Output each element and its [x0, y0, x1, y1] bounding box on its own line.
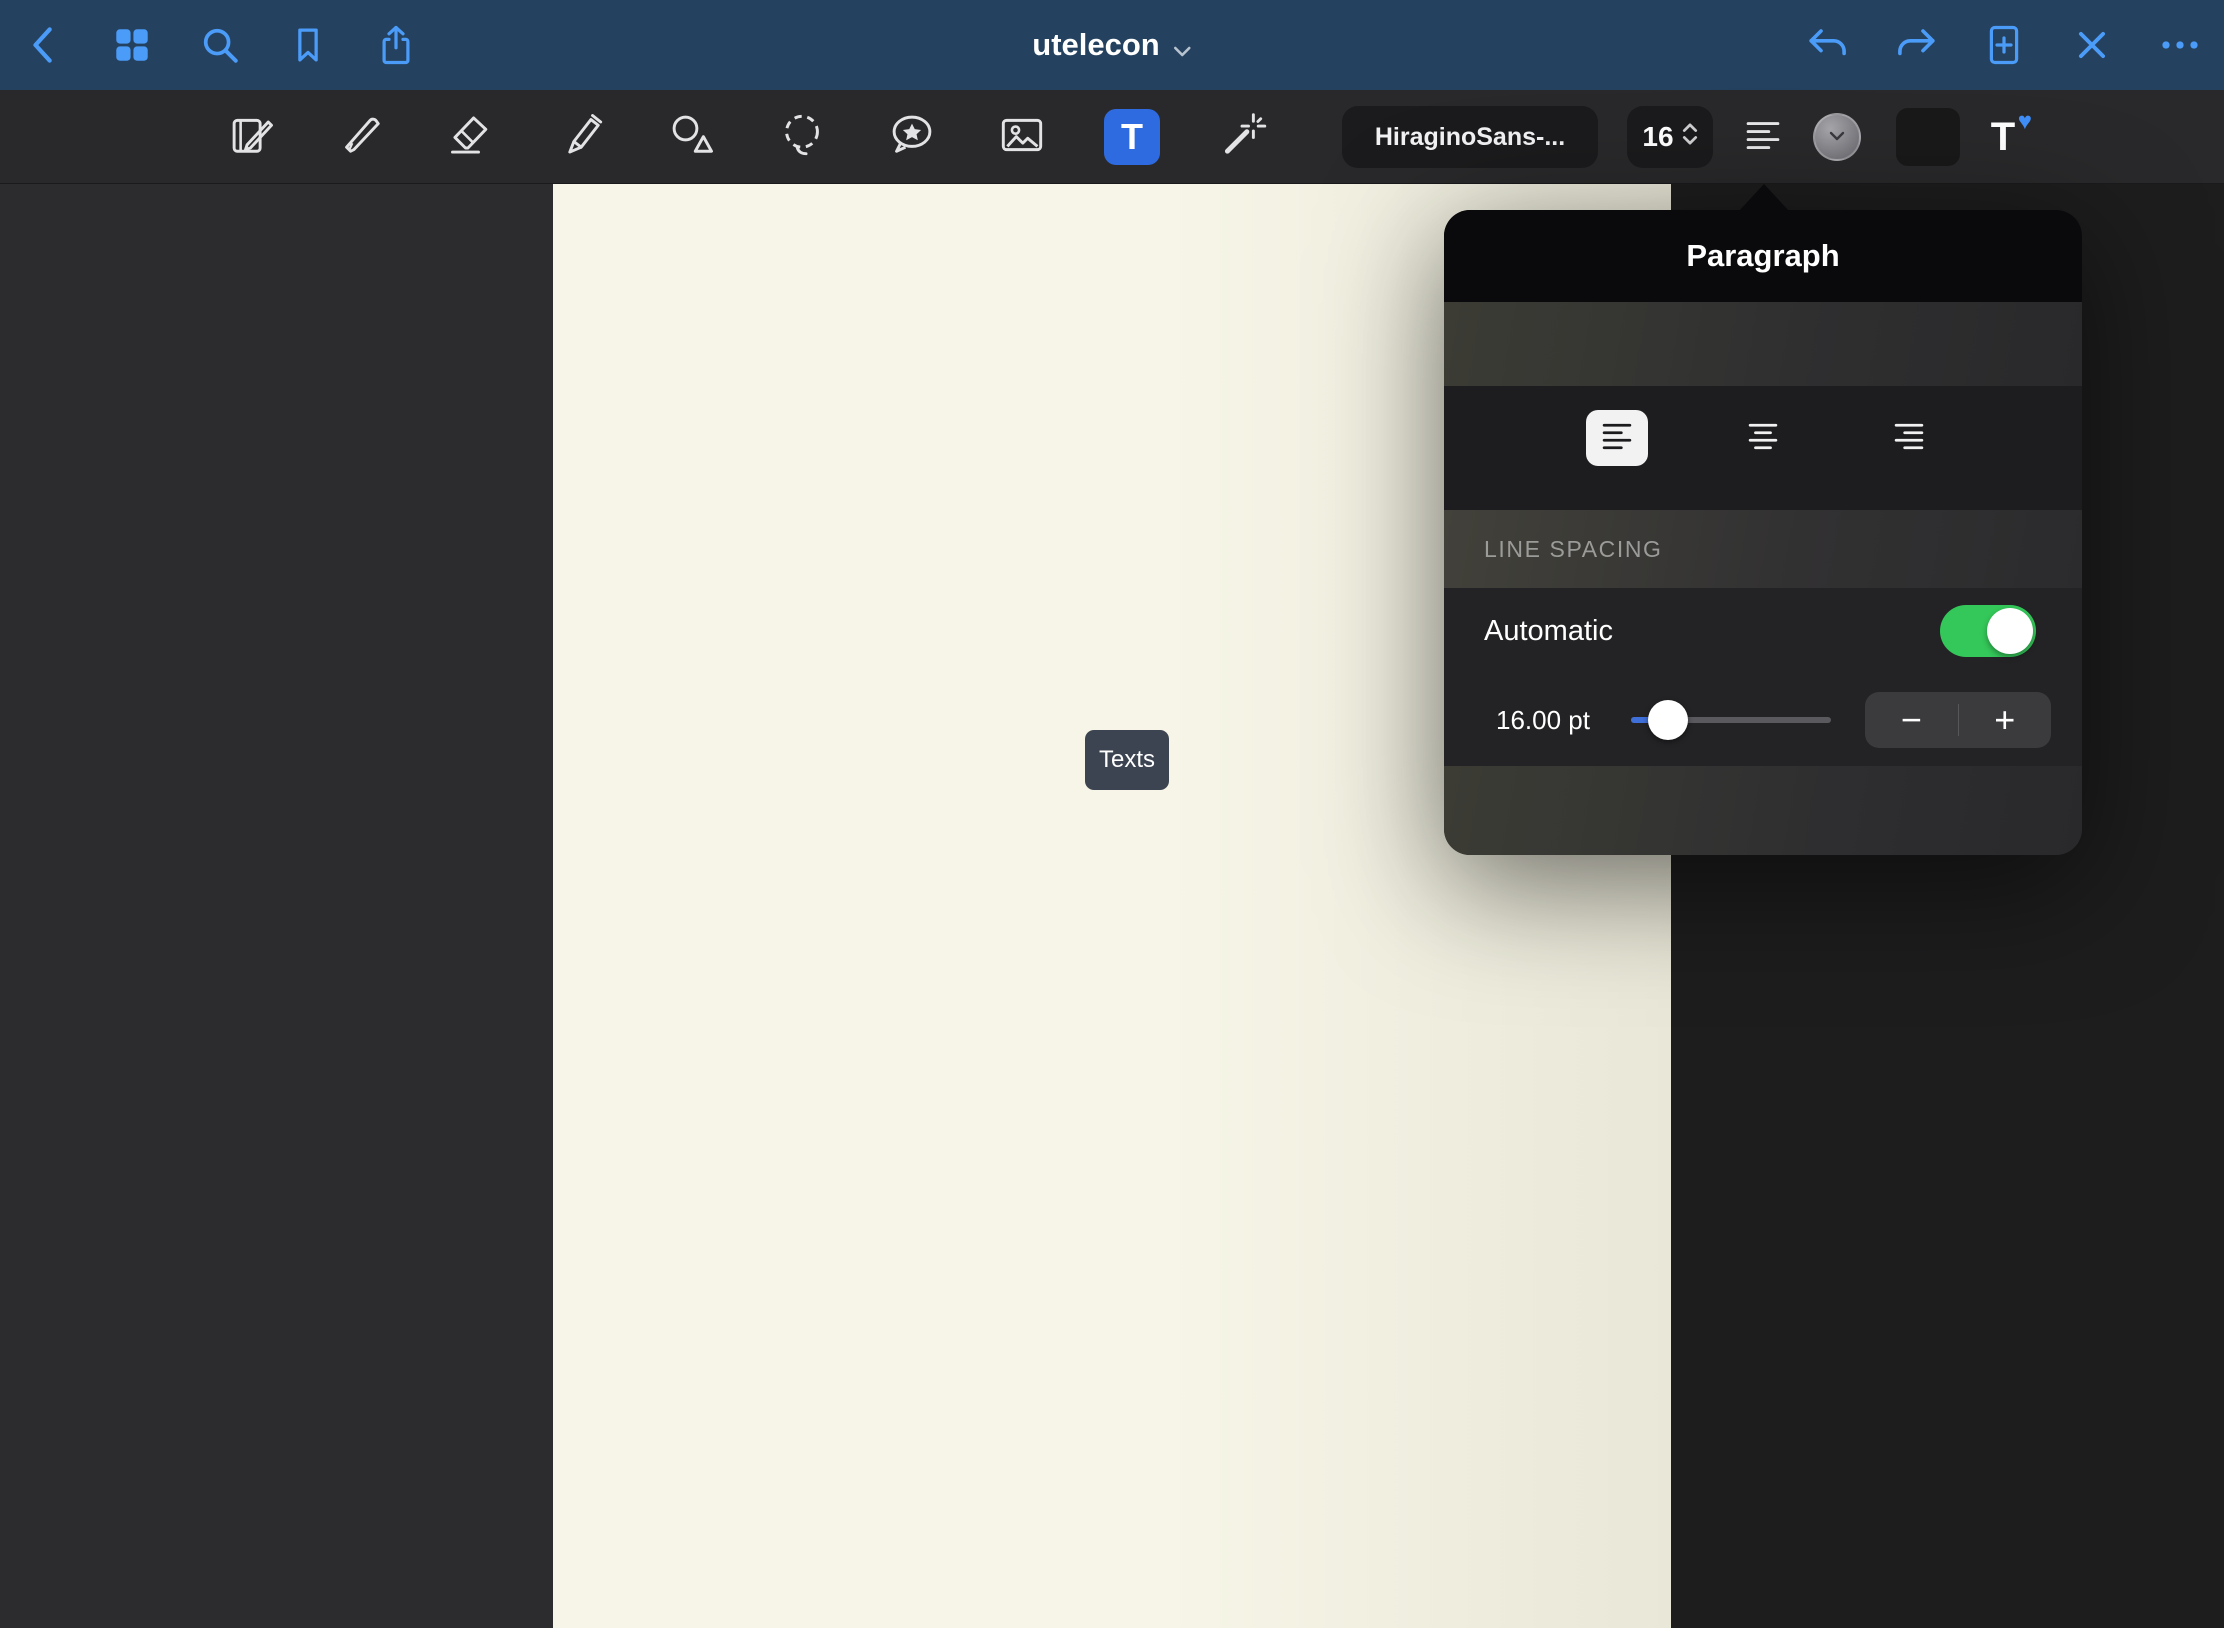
- minus-icon: −: [1901, 699, 1922, 741]
- align-lines-icon: [1743, 119, 1783, 156]
- elements-tool-button[interactable]: [884, 109, 940, 165]
- eraser-icon: [446, 109, 498, 166]
- line-spacing-slider[interactable]: [1631, 674, 1831, 766]
- chevron-down-icon: [1829, 128, 1845, 146]
- heart-icon: ♥: [2018, 108, 2032, 136]
- image-tool-button[interactable]: [994, 109, 1050, 165]
- slider-thumb[interactable]: [1648, 700, 1688, 740]
- dimmed-tool-button[interactable]: [1896, 108, 1960, 166]
- font-size-button[interactable]: 16: [1627, 106, 1713, 168]
- toggle-knob: [1987, 608, 2033, 654]
- popover-arrow: [1738, 184, 1790, 212]
- automatic-toggle[interactable]: [1940, 605, 2036, 657]
- text-tool-icon: T: [1121, 116, 1143, 158]
- add-page-icon: [1985, 24, 2023, 66]
- align-right-button[interactable]: [1878, 410, 1940, 466]
- more-button[interactable]: [2156, 21, 2204, 69]
- text-color-button[interactable]: [1813, 113, 1861, 161]
- font-family-label: HiraginoSans-...: [1375, 123, 1565, 152]
- popover-gap: [1444, 490, 2082, 510]
- document-title[interactable]: utelecon: [1032, 0, 1191, 90]
- text-style-favorite-button[interactable]: T ♥: [1972, 106, 2034, 168]
- line-spacing-section-label: LINE SPACING: [1484, 536, 1663, 563]
- close-icon: [2074, 27, 2110, 63]
- sticker-star-icon: [886, 109, 938, 166]
- popover-title: Paragraph: [1686, 238, 1839, 274]
- share-button[interactable]: [372, 21, 420, 69]
- undo-icon: [1807, 26, 1849, 64]
- text-style-icon: T: [1991, 115, 2015, 160]
- shapes-tool-button[interactable]: [664, 109, 720, 165]
- app-screen: utelecon: [0, 0, 2224, 1628]
- pen-icon: [336, 109, 388, 166]
- paragraph-popover: Paragraph: [1444, 210, 2082, 855]
- text-object-label: Texts: [1099, 746, 1155, 774]
- align-left-icon: [1599, 421, 1635, 456]
- close-button[interactable]: [2068, 21, 2116, 69]
- document-title-label: utelecon: [1032, 27, 1159, 63]
- automatic-row: Automatic: [1444, 588, 2082, 674]
- tools-toolbar: T HiraginoSans-... 16: [0, 90, 2224, 184]
- grid-icon: [112, 25, 152, 65]
- share-icon: [376, 24, 416, 66]
- popover-header: Paragraph: [1444, 210, 2082, 302]
- font-family-button[interactable]: HiraginoSans-...: [1342, 106, 1598, 168]
- bookmark-button[interactable]: [284, 21, 332, 69]
- redo-icon: [1895, 26, 1937, 64]
- line-spacing-value: 16.00 pt: [1496, 674, 1590, 766]
- selected-text-object[interactable]: Texts: [1085, 730, 1169, 790]
- shapes-icon: [666, 109, 718, 166]
- notebook-pen-icon: [226, 109, 278, 166]
- chevron-left-icon: [27, 25, 61, 65]
- line-spacing-section: LINE SPACING: [1444, 510, 2082, 588]
- add-page-button[interactable]: [1980, 21, 2028, 69]
- search-button[interactable]: [196, 21, 244, 69]
- align-right-icon: [1891, 421, 1927, 456]
- paragraph-options-button[interactable]: [1733, 112, 1793, 162]
- bookmark-icon: [289, 25, 327, 65]
- align-center-icon: [1745, 421, 1781, 456]
- font-size-value: 16: [1642, 121, 1673, 153]
- spacing-row: 16.00 pt − +: [1444, 674, 2082, 766]
- top-navigation-bar: utelecon: [0, 0, 2224, 90]
- thumbnails-button[interactable]: [108, 21, 156, 69]
- back-button[interactable]: [20, 21, 68, 69]
- automatic-label: Automatic: [1484, 615, 1613, 648]
- decrease-button[interactable]: −: [1865, 692, 1958, 748]
- ellipsis-icon: [2159, 35, 2201, 55]
- pointer-tool-button[interactable]: [1214, 109, 1270, 165]
- popover-footer: [1444, 766, 2082, 855]
- undo-button[interactable]: [1804, 21, 1852, 69]
- lasso-icon: [776, 109, 828, 166]
- popover-spacer-band: [1444, 302, 2082, 386]
- eraser-tool-button[interactable]: [444, 109, 500, 165]
- lasso-tool-button[interactable]: [774, 109, 830, 165]
- chevron-down-icon: [1174, 30, 1192, 66]
- popover-body: Paragraph: [1444, 210, 2082, 855]
- laser-pointer-icon: [1216, 109, 1268, 166]
- alignment-row: [1444, 386, 2082, 490]
- highlighter-icon: [556, 109, 608, 166]
- image-icon: [996, 109, 1048, 166]
- align-center-button[interactable]: [1732, 410, 1794, 466]
- highlighter-tool-button[interactable]: [554, 109, 610, 165]
- plus-icon: +: [1994, 699, 2015, 741]
- redo-button[interactable]: [1892, 21, 1940, 69]
- align-left-button[interactable]: [1586, 410, 1648, 466]
- text-tool-button[interactable]: T: [1104, 109, 1160, 165]
- search-icon: [200, 25, 240, 65]
- up-down-chevrons-icon: [1682, 120, 1698, 155]
- spacing-stepper: − +: [1865, 692, 2051, 748]
- increase-button[interactable]: +: [1959, 692, 2052, 748]
- edit-mode-button[interactable]: [224, 109, 280, 165]
- pen-tool-button[interactable]: [334, 109, 390, 165]
